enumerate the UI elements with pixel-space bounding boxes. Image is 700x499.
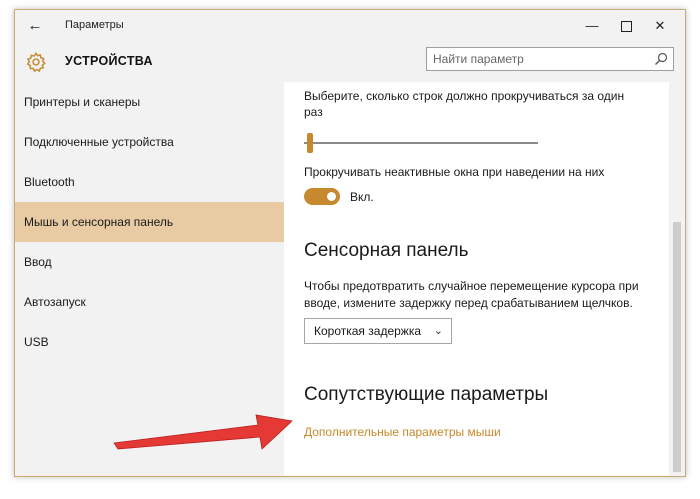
close-button[interactable]: ✕ [643, 10, 677, 42]
scroll-lines-label-cont: раз [304, 105, 323, 119]
sidebar-item-mouse-touchpad[interactable]: Мышь и сенсорная панель [15, 202, 284, 242]
content-pane: Выберите, сколько строк должно прокручив… [284, 82, 685, 476]
arrow-left-icon: ← [27, 17, 43, 34]
toggle-state-label: Вкл. [350, 190, 374, 204]
section-title: УСТРОЙСТВА [65, 54, 153, 68]
scrollbar[interactable] [669, 82, 685, 476]
touchpad-description: Чтобы предотвратить случайное перемещени… [304, 279, 639, 293]
gear-icon [26, 51, 46, 73]
toggle-knob [327, 192, 336, 201]
search-input[interactable] [433, 51, 643, 67]
window-title: Параметры [65, 19, 124, 31]
dropdown-selected-value: Короткая задержка [314, 324, 422, 338]
scroll-lines-slider-thumb[interactable] [307, 133, 313, 153]
chevron-down-icon: ⌄ [433, 325, 443, 337]
back-button[interactable]: ← [23, 16, 47, 36]
sidebar-item-usb[interactable]: USB [15, 322, 284, 362]
title-bar: ← Параметры — ✕ [15, 10, 685, 42]
sidebar-item-autoplay[interactable]: Автозапуск [15, 282, 284, 322]
inactive-scroll-toggle[interactable] [304, 188, 340, 205]
touchpad-description-cont: вводе, измените задержку перед срабатыва… [304, 296, 633, 310]
inactive-scroll-label: Прокручивать неактивные окна при наведен… [304, 165, 605, 179]
minimize-button[interactable]: — [575, 10, 609, 42]
maximize-button[interactable] [609, 10, 643, 42]
touchpad-delay-dropdown[interactable]: Короткая задержка ⌄ [304, 318, 452, 344]
scrollbar-thumb[interactable] [673, 222, 681, 472]
sidebar-item-bluetooth[interactable]: Bluetooth [15, 162, 284, 202]
sidebar-item-printers[interactable]: Принтеры и сканеры [15, 82, 284, 122]
search-icon[interactable] [654, 52, 668, 66]
maximize-icon [620, 21, 632, 33]
touchpad-heading: Сенсорная панель [304, 240, 469, 261]
related-settings-heading: Сопутствующие параметры [304, 384, 549, 405]
sidebar-item-typing[interactable]: Ввод [15, 242, 284, 282]
scroll-lines-label: Выберите, сколько строк должно прокручив… [304, 89, 625, 103]
annotation-arrow-icon [113, 414, 293, 450]
search-box[interactable] [426, 47, 674, 71]
scroll-lines-slider[interactable] [304, 142, 538, 144]
sidebar-item-connected-devices[interactable]: Подключенные устройства [15, 122, 284, 162]
additional-mouse-options-link[interactable]: Дополнительные параметры мыши [304, 425, 501, 439]
